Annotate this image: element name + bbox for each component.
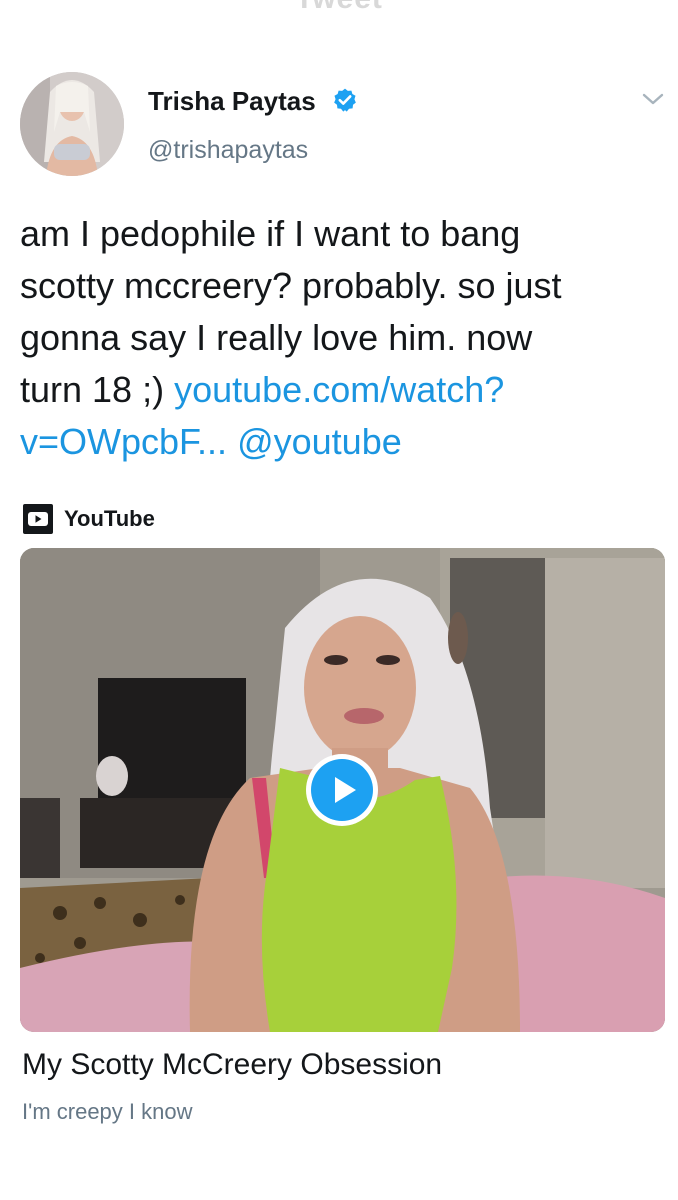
profile-photo-icon xyxy=(20,72,124,176)
card-title[interactable]: My Scotty McCreery Obsession xyxy=(22,1048,442,1082)
tweet-text-line: am I pedophile if I want to bang xyxy=(20,213,521,254)
display-name[interactable]: Trisha Paytas xyxy=(148,86,316,117)
verified-badge-icon xyxy=(334,88,356,112)
tweet-link-continued[interactable]: v=OWpcbF... xyxy=(20,421,227,462)
tweet-text-line: turn 18 ;) youtube.com/watch? xyxy=(20,364,665,416)
tweet-text: am I pedophile if I want to bang scotty … xyxy=(20,208,665,468)
youtube-icon xyxy=(23,504,53,534)
mention-link[interactable]: @youtube xyxy=(237,421,402,462)
tweet-text-line: v=OWpcbF... @youtube xyxy=(20,416,665,468)
chevron-down-icon[interactable] xyxy=(640,88,666,110)
author-handle[interactable]: @trishapaytas xyxy=(148,136,308,165)
avatar[interactable] xyxy=(20,72,124,176)
tweet-page: Tweet Trisha Paytas @trishapaytas am I p… xyxy=(0,0,678,1200)
tweet-link[interactable]: youtube.com/watch? xyxy=(174,369,504,410)
play-icon[interactable] xyxy=(304,752,380,828)
tweet-text-line: scotty mccreery? probably. so just xyxy=(20,265,562,306)
header-title: Tweet xyxy=(0,0,678,16)
card-source-name: YouTube xyxy=(64,506,155,531)
tweet-text-plain: turn 18 ;) xyxy=(20,369,175,410)
tweet-text-line: gonna say I really love him. now xyxy=(20,317,533,358)
card-description: I'm creepy I know xyxy=(22,1099,193,1124)
